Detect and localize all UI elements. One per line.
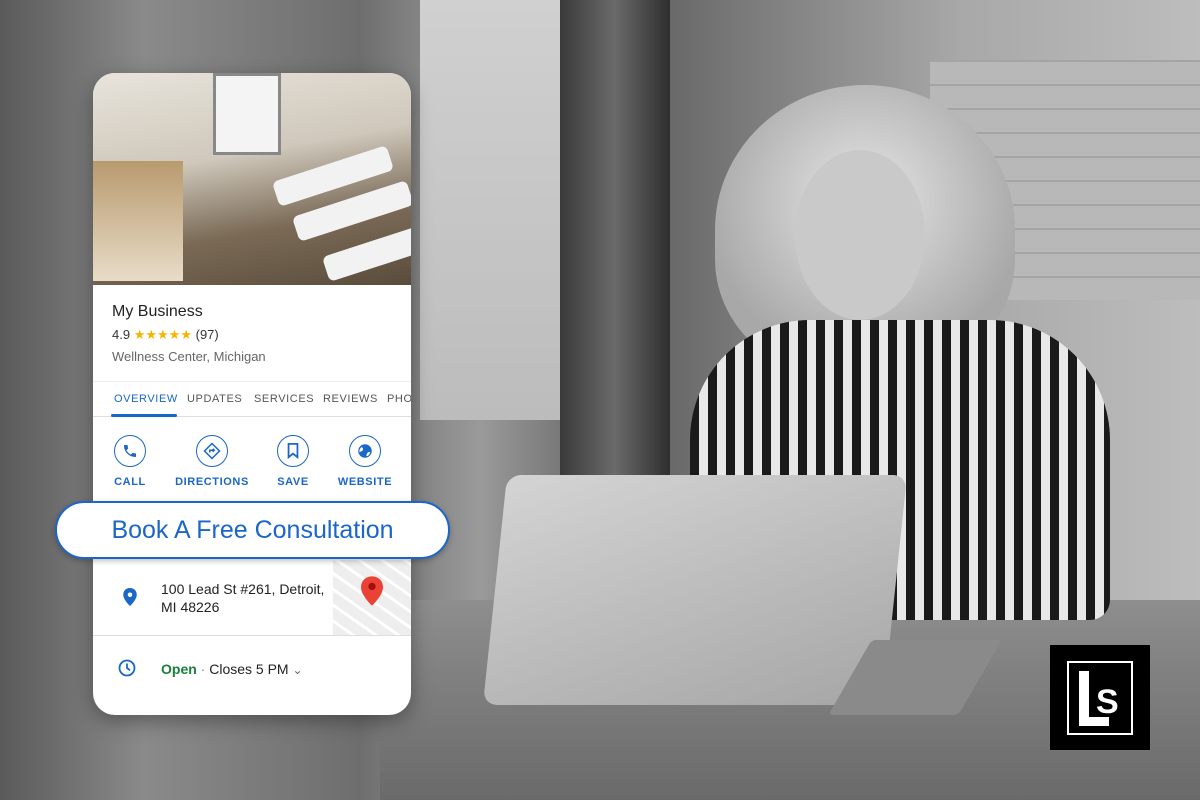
separator: · — [196, 661, 210, 677]
rating: 4.9 ★★★★★ (97) — [112, 327, 219, 343]
phone-icon — [114, 435, 146, 467]
svg-text:S: S — [1096, 683, 1119, 721]
rating-value: 4.9 — [112, 327, 131, 342]
call-label: CALL — [114, 476, 146, 488]
hours[interactable]: Open · Closes 5 PM ⌄ — [161, 661, 303, 677]
business-photo — [93, 73, 411, 285]
business-category: Wellness Center, Michigan — [112, 349, 266, 364]
tab-services[interactable]: SERVICES — [254, 393, 314, 405]
woman-face — [795, 150, 925, 320]
tab-overview[interactable]: OVERVIEW — [114, 393, 178, 405]
bookmark-icon — [277, 435, 309, 467]
review-count[interactable]: (97) — [196, 327, 219, 342]
directions-label: DIRECTIONS — [175, 476, 249, 488]
book-consultation-button[interactable]: Book A Free Consultation — [55, 501, 450, 559]
address-line-2: MI 48226 — [161, 599, 220, 615]
website-label: WEBSITE — [337, 476, 393, 488]
save-button[interactable]: SAVE — [253, 435, 333, 488]
divider — [93, 635, 411, 636]
open-status: Open — [161, 661, 197, 677]
address[interactable]: 100 Lead St #261, Detroit, MI 48226 — [161, 580, 324, 616]
address-line-1: 100 Lead St #261, Detroit, — [161, 581, 325, 597]
tab-bar: OVERVIEW UPDATES SERVICES REVIEWS PHO — [93, 381, 411, 417]
ls-logo-mark: S — [1079, 670, 1119, 726]
clock-icon — [118, 659, 136, 677]
star-icons: ★★★★★ — [133, 327, 192, 342]
globe-icon — [349, 435, 381, 467]
location-pin-icon — [123, 588, 137, 606]
save-label: SAVE — [277, 476, 309, 488]
call-button[interactable]: CALL — [93, 435, 170, 488]
active-tab-indicator — [111, 414, 177, 417]
business-name: My Business — [112, 303, 203, 320]
map-pin-icon — [361, 576, 383, 606]
directions-button[interactable]: DIRECTIONS — [172, 435, 252, 488]
tab-photos[interactable]: PHO — [387, 393, 411, 405]
ls-logo: S — [1050, 645, 1150, 750]
map-thumbnail[interactable] — [333, 560, 411, 635]
laptop — [482, 475, 908, 705]
closing-time: Closes 5 PM — [209, 661, 289, 677]
business-profile-card: My Business 4.9 ★★★★★ (97) Wellness Cent… — [93, 73, 411, 715]
tab-updates[interactable]: UPDATES — [187, 393, 242, 405]
website-button[interactable]: WEBSITE — [325, 435, 405, 488]
chevron-down-icon: ⌄ — [292, 663, 303, 677]
curtain — [560, 0, 670, 520]
tab-reviews[interactable]: REVIEWS — [323, 393, 378, 405]
directions-icon — [196, 435, 228, 467]
